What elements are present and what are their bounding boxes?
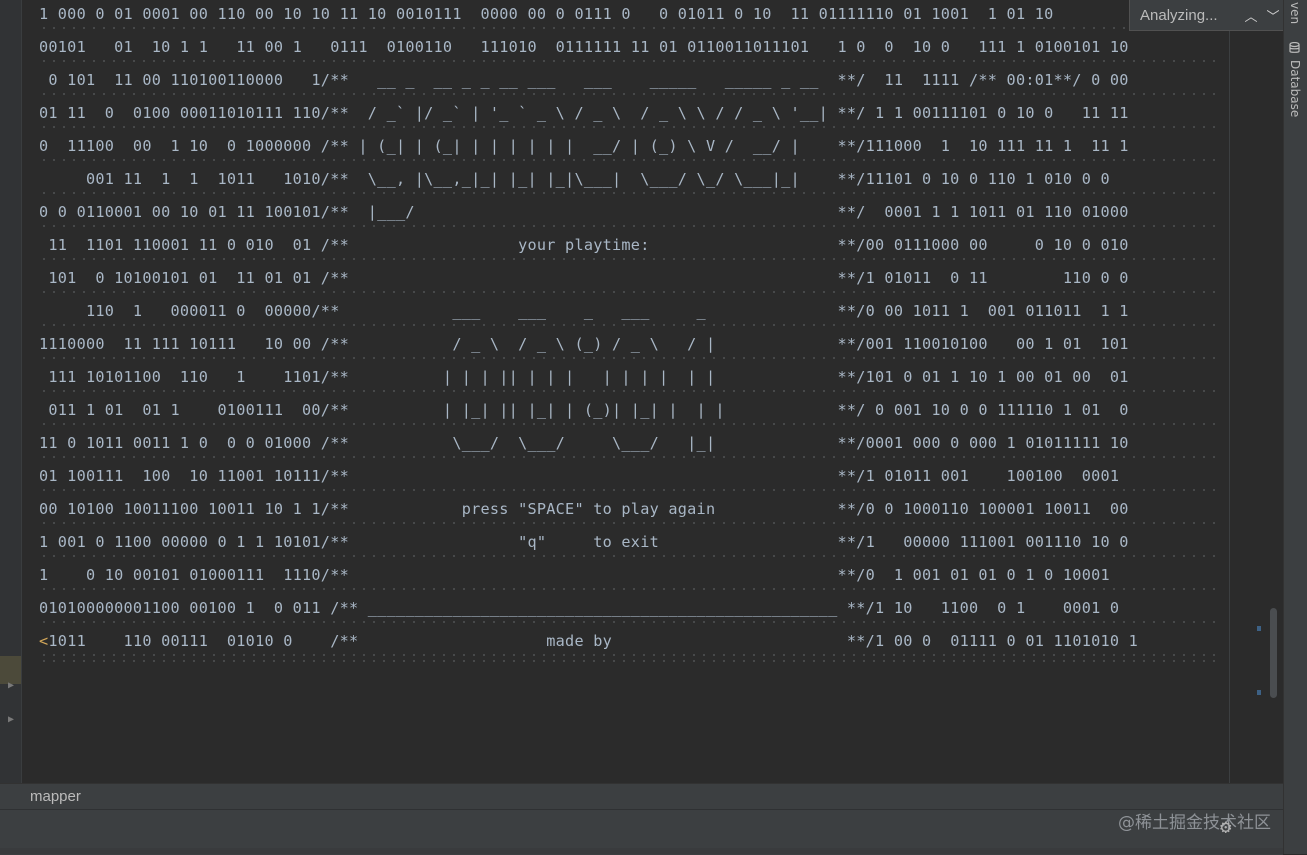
watermark: @稀土掘金技术社区 — [1118, 813, 1271, 833]
whitespace-guide — [39, 192, 1221, 194]
editor-gutter: ▶ ▶ — [0, 0, 22, 783]
whitespace-guide — [39, 159, 1221, 161]
whitespace-guide — [39, 126, 1221, 128]
breadcrumb-item[interactable]: mapper — [30, 788, 81, 805]
whitespace-guide — [39, 93, 1221, 95]
analysis-status-widget: Analyzing... ︿ ﹀ — [1129, 0, 1285, 31]
database-tab-label: Database — [1288, 60, 1302, 118]
tool-tab-maven[interactable]: ven — [1288, 2, 1302, 24]
whitespace-guide — [39, 27, 1221, 29]
caret-marker: < — [39, 632, 49, 650]
whitespace-guide — [39, 621, 1221, 623]
whitespace-guide — [39, 291, 1221, 293]
whitespace-guide — [39, 357, 1221, 359]
chevron-up-icon[interactable]: ︿ — [1240, 6, 1262, 25]
whitespace-guide — [39, 225, 1221, 227]
whitespace-guide — [39, 588, 1221, 590]
whitespace-guide — [39, 60, 1221, 62]
whitespace-guide — [39, 489, 1221, 491]
breadcrumb-bar: mapper — [0, 783, 1283, 810]
whitespace-guide — [39, 390, 1221, 392]
tool-tab-database[interactable]: Database — [1284, 40, 1306, 130]
database-icon — [1289, 42, 1300, 53]
scroll-marker — [1257, 690, 1261, 695]
scroll-marker — [1257, 626, 1261, 631]
window-bottom-edge — [0, 848, 1283, 854]
whitespace-guide — [39, 258, 1221, 260]
fold-arrow-icon[interactable]: ▶ — [8, 680, 14, 691]
chevron-down-icon[interactable]: ﹀ — [1262, 6, 1284, 25]
analyzing-label: Analyzing... — [1140, 6, 1218, 24]
whitespace-guide — [39, 423, 1221, 425]
whitespace-guide — [39, 522, 1221, 524]
gear-icon[interactable]: ⚙ — [1220, 817, 1240, 837]
whitespace-guide — [39, 324, 1221, 326]
whitespace-guide — [39, 660, 1221, 662]
whitespace-guide — [39, 555, 1221, 557]
whitespace-guide — [39, 654, 1221, 656]
vertical-scrollbar[interactable] — [1270, 608, 1277, 698]
terminal-output[interactable]: 1 000 0 01 0001 00 110 00 10 10 11 10 00… — [22, 0, 1229, 783]
whitespace-guide — [39, 456, 1221, 458]
fold-arrow-icon[interactable]: ▶ — [8, 714, 14, 725]
